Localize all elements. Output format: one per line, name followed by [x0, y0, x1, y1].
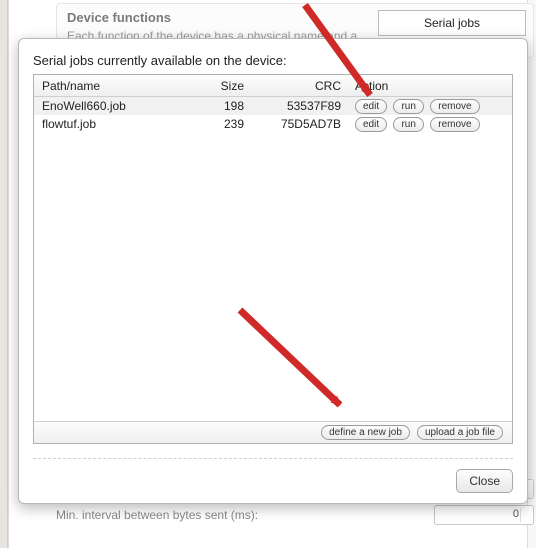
cell-size: 239	[194, 117, 254, 131]
upload-job-file-button[interactable]: upload a job file	[417, 425, 503, 440]
nav-rail	[0, 0, 8, 548]
col-size: Size	[194, 79, 254, 93]
cell-name: flowtuf.job	[34, 117, 194, 131]
run-button[interactable]: run	[393, 117, 423, 132]
cell-name: EnoWell660.job	[34, 99, 194, 113]
modal-actions: Close	[33, 469, 513, 493]
tab-serial-jobs[interactable]: Serial jobs	[378, 10, 526, 36]
cell-crc: 53537F89	[254, 99, 349, 113]
divider	[33, 458, 513, 459]
col-path-name: Path/name	[34, 79, 194, 93]
edit-button[interactable]: edit	[355, 117, 387, 132]
cell-size: 198	[194, 99, 254, 113]
cell-actions: edit run remove	[349, 98, 512, 114]
table-footer: define a new job upload a job file	[34, 421, 512, 443]
edit-button[interactable]: edit	[355, 99, 387, 114]
serial-jobs-modal: Serial jobs currently available on the d…	[18, 38, 528, 504]
close-button[interactable]: Close	[456, 469, 513, 493]
min-interval-label: Min. interval between bytes sent (ms):	[56, 508, 258, 522]
table-row: flowtuf.job 239 75D5AD7B edit run remove	[34, 115, 512, 133]
table-row: EnoWell660.job 198 53537F89 edit run rem…	[34, 97, 512, 115]
col-action: Action	[349, 79, 512, 93]
remove-button[interactable]: remove	[430, 99, 479, 114]
define-new-job-button[interactable]: define a new job	[321, 425, 410, 440]
table-header: Path/name Size CRC Action	[34, 75, 512, 97]
min-interval-row: Min. interval between bytes sent (ms): 0	[56, 504, 534, 526]
cell-crc: 75D5AD7B	[254, 117, 349, 131]
run-button[interactable]: run	[393, 99, 423, 114]
col-crc: CRC	[254, 79, 349, 93]
modal-title: Serial jobs currently available on the d…	[33, 53, 513, 68]
remove-button[interactable]: remove	[430, 117, 479, 132]
jobs-table: Path/name Size CRC Action EnoWell660.job…	[33, 74, 513, 444]
min-interval-input[interactable]: 0	[434, 505, 534, 525]
cell-actions: edit run remove	[349, 116, 512, 132]
